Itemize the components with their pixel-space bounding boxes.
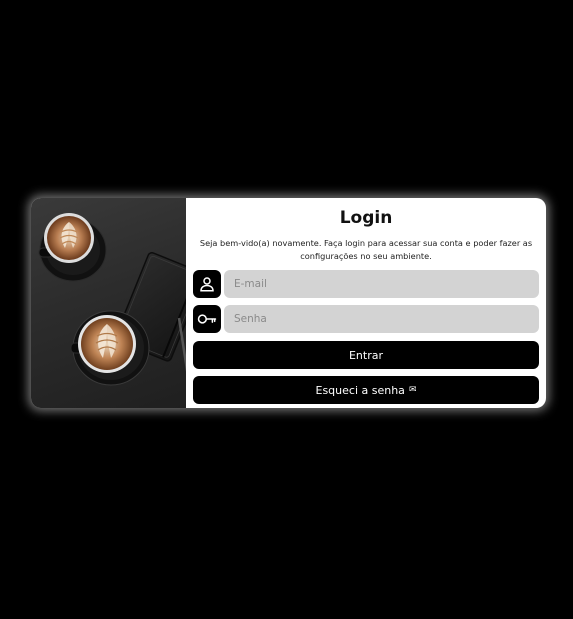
mail-icon: ✉	[408, 384, 417, 395]
forgot-password-label: Esqueci a senha	[315, 383, 405, 397]
login-title: Login	[339, 208, 393, 228]
password-input[interactable]	[224, 305, 539, 333]
password-row	[193, 305, 539, 333]
user-icon	[193, 270, 221, 298]
email-input[interactable]	[224, 270, 539, 298]
forgot-password-button[interactable]: Esqueci a senha ✉	[193, 376, 539, 404]
login-card: Login Seja bem-vido(a) novamente. Faça l…	[31, 198, 546, 408]
coffee-illustration	[38, 213, 186, 386]
key-icon	[193, 305, 221, 333]
login-form: Login Seja bem-vido(a) novamente. Faça l…	[186, 198, 546, 408]
login-button[interactable]: Entrar	[193, 341, 539, 369]
login-subtitle: Seja bem-vido(a) novamente. Faça login p…	[199, 238, 533, 261]
login-button-label: Entrar	[348, 348, 384, 362]
email-row	[193, 270, 539, 298]
coffee-photo	[31, 198, 186, 408]
